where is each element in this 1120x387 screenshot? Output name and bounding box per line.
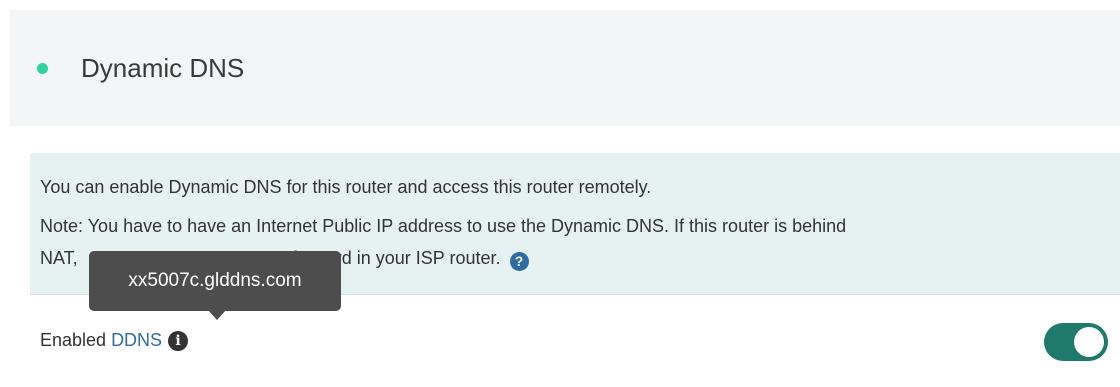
status-dot	[37, 62, 48, 74]
ddns-toggle[interactable]	[1044, 323, 1108, 361]
info-text-start: NAT,	[40, 248, 78, 268]
ddns-domain-tooltip: xx5007c.glddns.com	[89, 251, 341, 311]
toggle-knob	[1074, 327, 1104, 357]
question-circle-icon[interactable]: ?	[509, 252, 529, 271]
page-title: Dynamic DNS	[81, 52, 245, 83]
tooltip-arrow	[208, 310, 226, 320]
ddns-link[interactable]: DDNS	[111, 330, 162, 351]
info-text-line-1: You can enable Dynamic DNS for this rout…	[40, 177, 652, 197]
info-circle-icon[interactable]: i	[168, 330, 189, 351]
info-text-line-2: Note: You have to have an Internet Publi…	[40, 216, 847, 236]
section-header: Dynamic DNS	[10, 10, 1120, 126]
enabled-label: Enabled	[40, 330, 107, 350]
enabled-ddns-label: Enabled DDNS i	[40, 330, 189, 351]
